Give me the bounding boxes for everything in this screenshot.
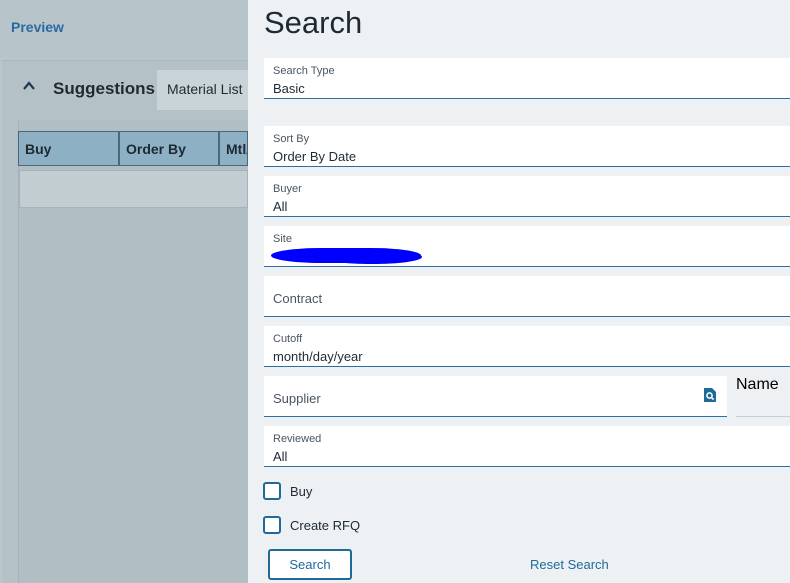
search-type-value: Basic (273, 81, 305, 96)
reviewed-value: All (273, 449, 288, 464)
contract-field[interactable]: Contract (264, 276, 790, 317)
suggestions-title: Suggestions (53, 79, 156, 98)
grid-row[interactable] (19, 170, 248, 208)
buy-checkbox-row[interactable]: Buy (263, 482, 312, 500)
search-panel: Search Search Type Basic Sort By Order B… (248, 0, 790, 583)
name-field[interactable]: Name (736, 376, 790, 417)
sort-by-label: Sort By (273, 133, 310, 145)
supplier-placeholder: Supplier (273, 391, 321, 406)
buy-checkbox[interactable] (263, 482, 281, 500)
create-rfq-checkbox-row[interactable]: Create RFQ (263, 516, 360, 534)
grid-header: Buy Order By Mtl/ (18, 131, 248, 166)
name-placeholder: Name (736, 376, 779, 393)
grid-column-order-by[interactable]: Order By (119, 131, 219, 166)
sort-by-field[interactable]: Sort By Order By Date (264, 126, 790, 167)
search-type-field[interactable]: Search Type Basic (264, 58, 790, 99)
cutoff-label: Cutoff (273, 333, 303, 345)
contract-placeholder: Contract (273, 291, 323, 306)
reset-search-link[interactable]: Reset Search (530, 557, 609, 572)
create-rfq-checkbox-label: Create RFQ (290, 517, 361, 533)
search-title: Search (264, 5, 363, 40)
lookup-icon[interactable] (703, 387, 717, 403)
create-rfq-checkbox[interactable] (263, 516, 281, 534)
preview-link[interactable]: Preview (11, 19, 64, 35)
sort-by-value: Order By Date (273, 149, 357, 164)
site-label: Site (273, 233, 292, 245)
cutoff-value: month/day/year (273, 349, 363, 364)
supplier-field[interactable]: Supplier (264, 376, 727, 417)
tab-material-list[interactable]: Material List (157, 70, 248, 110)
cutoff-field[interactable]: Cutoff month/day/year (264, 326, 790, 367)
reviewed-field[interactable]: Reviewed All (264, 426, 790, 467)
tab-material-list-label: Material List (167, 81, 243, 97)
reviewed-label: Reviewed (273, 433, 322, 445)
search-button[interactable]: Search (268, 549, 352, 580)
buyer-field[interactable]: Buyer All (264, 176, 790, 217)
chevron-up-icon[interactable] (22, 79, 36, 93)
buyer-value: All (273, 199, 288, 214)
search-type-label: Search Type (273, 65, 335, 77)
buyer-label: Buyer (273, 183, 302, 195)
site-field[interactable]: Site (264, 226, 790, 267)
redaction-mark (322, 250, 422, 264)
buy-checkbox-label: Buy (290, 483, 313, 499)
grid-column-buy[interactable]: Buy (18, 131, 119, 166)
grid-column-mtl[interactable]: Mtl/ (219, 131, 248, 166)
